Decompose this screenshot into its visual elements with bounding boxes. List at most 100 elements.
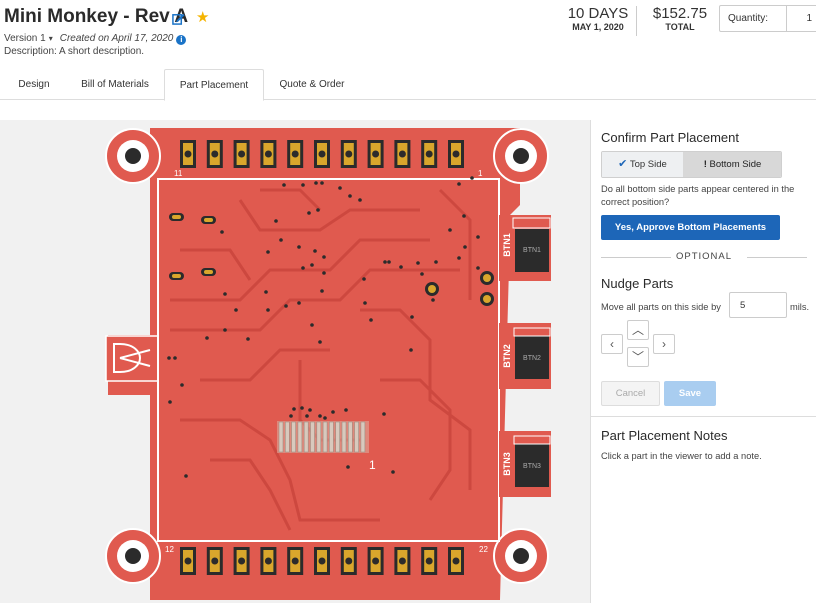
tab-bill-of-materials[interactable]: Bill of Materials	[68, 69, 162, 100]
bottom-side-label: Bottom Side	[709, 159, 762, 170]
via	[274, 219, 278, 223]
quantity-label: Quantity:	[728, 13, 769, 24]
nudge-mils-input[interactable]	[729, 292, 787, 318]
info-icon[interactable]: i	[176, 35, 187, 45]
pcb-viewer[interactable]: 1 11 1 12 22 BTN1 BTN1 BTN2 BTN2 BTN3 BT…	[0, 120, 590, 603]
favorite-star-icon[interactable]: ★	[196, 10, 209, 25]
via	[463, 245, 467, 249]
project-header: Mini Monkey - Rev A ★ Version 1 ▾ Created …	[0, 0, 816, 70]
lead-time-days: 10 DAYS	[567, 5, 629, 22]
silk-pin-22: 22	[479, 545, 488, 554]
placement-notes-title: Part Placement Notes	[601, 428, 728, 443]
button-btn3[interactable]: BTN3 BTN3	[499, 431, 551, 497]
via	[316, 208, 320, 212]
tab-part-placement[interactable]: Part Placement	[164, 69, 264, 101]
via	[297, 245, 301, 249]
pcb-board[interactable]: 1 11 1 12 22 BTN1 BTN1 BTN2 BTN2 BTN3 BT…	[0, 120, 590, 603]
via	[305, 414, 309, 418]
via	[346, 465, 350, 469]
via	[323, 416, 327, 420]
order-total: $152.75 TOTAL	[646, 5, 714, 32]
via	[284, 304, 288, 308]
via	[289, 414, 293, 418]
via	[457, 256, 461, 260]
bottom-side-button[interactable]: ! Bottom Side	[683, 152, 781, 177]
silk-pin-11: 11	[174, 169, 183, 178]
placement-question: Do all bottom side parts appear centered…	[601, 184, 795, 207]
edge-pad	[287, 140, 304, 168]
via	[348, 194, 352, 198]
via	[382, 412, 386, 416]
via	[223, 292, 227, 296]
via	[301, 183, 305, 187]
fpc-pin	[347, 421, 353, 453]
chevron-down-icon[interactable]: ▾	[49, 34, 53, 43]
via	[462, 214, 466, 218]
nudge-unit: mils.	[790, 302, 810, 312]
via	[431, 298, 435, 302]
board-edge	[157, 178, 500, 542]
edge-pad	[394, 547, 411, 575]
edge-pad	[206, 547, 223, 575]
nudge-right-button[interactable]: ›	[653, 334, 675, 354]
via	[416, 261, 420, 265]
btn3-part-label: BTN3	[523, 463, 541, 470]
via	[434, 260, 438, 264]
btn2-silk-label: BTN2	[502, 344, 512, 368]
fpc-pin	[316, 421, 322, 453]
tab-design[interactable]: Design	[4, 69, 64, 100]
via	[331, 410, 335, 414]
via	[470, 176, 474, 180]
check-icon: ✔	[618, 158, 628, 170]
divider-line-right	[747, 257, 807, 258]
project-tabs: Design Bill of Materials Part Placement …	[0, 69, 816, 101]
via	[313, 249, 317, 253]
chevron-left-icon: ‹	[610, 337, 614, 351]
edge-pad	[180, 140, 196, 168]
via	[387, 260, 391, 264]
via	[266, 250, 270, 254]
tab-quote-order[interactable]: Quote & Order	[268, 69, 356, 100]
approve-bottom-button[interactable]: Yes, Approve Bottom Placements	[601, 215, 780, 240]
nudge-up-button[interactable]: ︿	[627, 320, 649, 340]
edge-pad	[314, 547, 330, 575]
top-side-button[interactable]: ✔ Top Side	[602, 152, 683, 177]
via	[410, 315, 414, 319]
fpc-pin	[297, 421, 303, 453]
fpc-pin	[278, 421, 284, 453]
cancel-button[interactable]: Cancel	[601, 381, 660, 406]
btn1-part-label: BTN1	[523, 247, 541, 254]
chevron-right-icon: ›	[662, 337, 666, 351]
header-divider	[636, 6, 637, 36]
save-button[interactable]: Save	[664, 381, 716, 406]
via	[358, 198, 362, 202]
panel-divider	[591, 416, 816, 417]
via	[279, 238, 283, 242]
via	[383, 260, 387, 264]
via	[167, 356, 171, 360]
via	[234, 308, 238, 312]
via	[391, 470, 395, 474]
nudge-prefix: Move all parts on this side by	[601, 302, 721, 312]
button-btn2[interactable]: BTN2 BTN2	[499, 323, 551, 389]
edge-pad	[448, 140, 464, 168]
edge-pad	[367, 547, 384, 575]
via	[420, 272, 424, 276]
button-btn1[interactable]: BTN1 BTN1	[499, 215, 551, 281]
via	[318, 414, 322, 418]
nudge-left-button[interactable]: ‹	[601, 334, 623, 354]
project-title: Mini Monkey - Rev A	[4, 6, 189, 27]
quantity-input[interactable]	[788, 8, 812, 29]
via	[308, 408, 312, 412]
via	[168, 400, 172, 404]
edge-pad	[206, 140, 223, 168]
edit-icon[interactable]	[172, 12, 185, 25]
version-select[interactable]: Version 1	[4, 33, 46, 44]
via	[184, 474, 188, 478]
fpc-pin	[329, 421, 334, 453]
nudge-down-button[interactable]: ﹀	[627, 347, 649, 367]
via	[320, 289, 324, 293]
fpc-pin	[335, 421, 341, 453]
via	[322, 271, 326, 275]
via	[448, 228, 452, 232]
